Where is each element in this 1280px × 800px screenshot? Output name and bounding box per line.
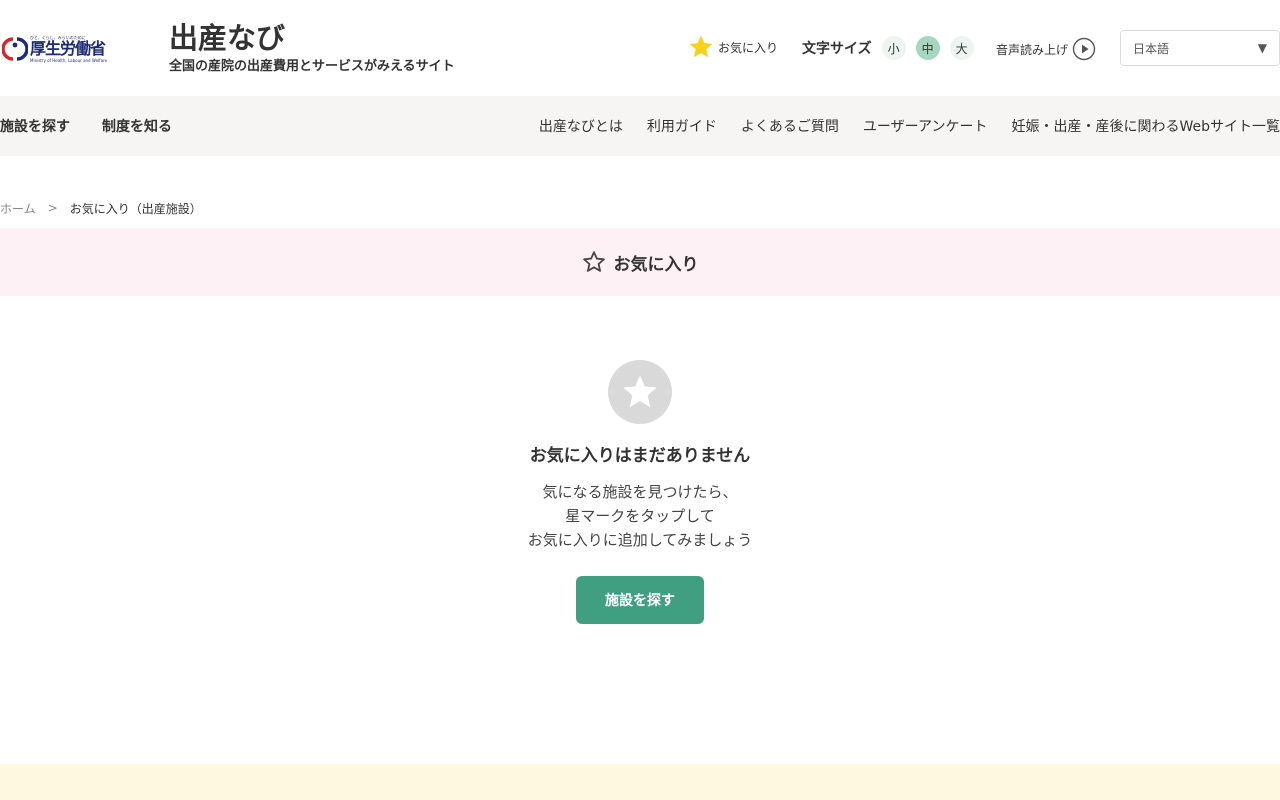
- page-title: お気に入り: [613, 254, 699, 275]
- empty-state-description: 気になる施設を見つけたら、 星マークをタップして お気に入りに追加してみましょう: [528, 480, 753, 552]
- font-size-label: 文字サイズ: [802, 41, 872, 57]
- ministry-logo-text: ひと、くらし、みらいのために 厚生労働省 Ministry of Health,…: [30, 35, 107, 63]
- page-heading-band: お気に入り: [0, 228, 1280, 296]
- text-to-speech-button[interactable]: 音声読み上げ: [996, 37, 1096, 61]
- font-size-control: 文字サイズ 小 中 大: [802, 36, 984, 60]
- nav-secondary: 出産なびとは 利用ガイド よくあるご質問 ユーザーアンケート 妊娠・出産・産後に…: [515, 96, 1280, 156]
- empty-state: お気に入りはまだありません 気になる施設を見つけたら、 星マークをタップして お…: [0, 360, 1280, 624]
- site-subtitle: 全国の産院の出産費用とサービスがみえるサイト: [169, 59, 455, 74]
- nav-item-find-facility[interactable]: 施設を探す: [0, 116, 70, 136]
- nav-item-survey[interactable]: ユーザーアンケート: [863, 116, 988, 136]
- language-select-value: 日本語: [1133, 41, 1170, 56]
- header-favorites-label: お気に入り: [718, 40, 779, 55]
- breadcrumb-current: お気に入り（出産施設）: [69, 201, 202, 216]
- nav-primary: 施設を探す 制度を知る: [0, 96, 204, 156]
- footer-band: [0, 764, 1280, 800]
- nav-item-learn-system[interactable]: 制度を知る: [102, 116, 172, 136]
- empty-state-line: 星マークをタップして: [565, 507, 715, 525]
- ministry-name: 厚生労働省: [30, 39, 106, 58]
- font-size-small-button[interactable]: 小: [881, 36, 906, 60]
- site-title[interactable]: 出産なび: [169, 20, 285, 56]
- breadcrumb: ホーム > お気に入り（出産施設）: [0, 200, 202, 216]
- language-select[interactable]: 日本語 ▼: [1120, 30, 1280, 66]
- nav-item-guide[interactable]: 利用ガイド: [647, 116, 717, 136]
- ministry-logo[interactable]: ひと、くらし、みらいのために 厚生労働省 Ministry of Health,…: [2, 34, 112, 64]
- find-facility-button[interactable]: 施設を探す: [576, 576, 704, 624]
- empty-state-title: お気に入りはまだありません: [529, 446, 751, 466]
- site-header: ひと、くらし、みらいのために 厚生労働省 Ministry of Health,…: [0, 0, 1280, 96]
- header-favorites-link[interactable]: お気に入り: [688, 34, 778, 60]
- star-outline-icon: [582, 251, 605, 272]
- play-circle-icon: [1072, 37, 1096, 61]
- ministry-name-en: Ministry of Health, Labour and Welfare: [30, 58, 108, 63]
- font-size-large-button[interactable]: 大: [949, 36, 974, 60]
- star-circle-icon: [608, 360, 672, 424]
- chevron-down-icon: ▼: [1257, 41, 1267, 55]
- nav-item-about[interactable]: 出産なびとは: [539, 116, 623, 136]
- empty-state-line: 気になる施設を見つけたら、: [542, 483, 738, 501]
- breadcrumb-separator: >: [47, 201, 58, 215]
- empty-state-line: お気に入りに追加してみましょう: [527, 531, 753, 549]
- ministry-mark-icon: [2, 37, 28, 61]
- font-size-medium-button[interactable]: 中: [915, 36, 940, 60]
- star-icon: [623, 375, 657, 408]
- breadcrumb-home-link[interactable]: ホーム: [0, 200, 36, 217]
- nav-item-related-sites[interactable]: 妊娠・出産・産後に関わるWebサイト一覧: [1011, 116, 1280, 136]
- nav-item-faq[interactable]: よくあるご質問: [741, 116, 839, 136]
- star-filled-icon: [689, 35, 713, 58]
- text-to-speech-label: 音声読み上げ: [996, 42, 1069, 57]
- main-nav: 施設を探す 制度を知る 出産なびとは 利用ガイド よくあるご質問 ユーザーアンケ…: [0, 96, 1280, 156]
